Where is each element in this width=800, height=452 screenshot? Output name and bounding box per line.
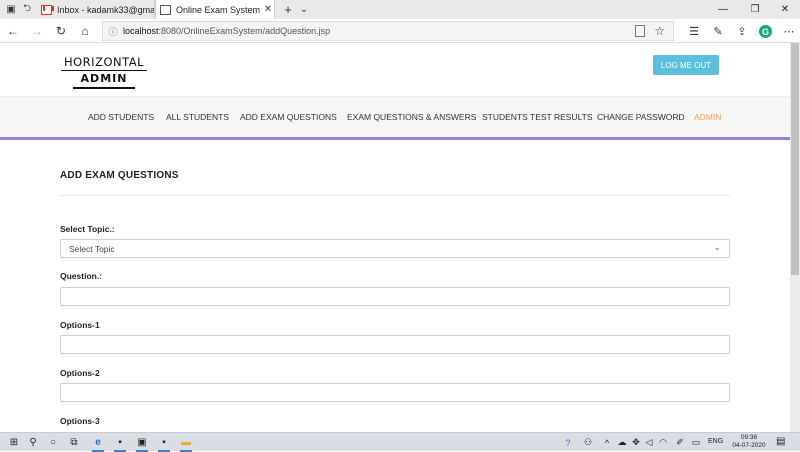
wifi-icon[interactable]: ◠ bbox=[657, 436, 669, 449]
notification-icon[interactable]: ▤ bbox=[776, 436, 788, 448]
nav-item-students-test-results[interactable]: STUDENTS TEST RESULTS bbox=[482, 112, 593, 122]
tab-label: Inbox - kadamk33@gmail.co bbox=[57, 4, 154, 15]
nav-item-add-exam-questions[interactable]: ADD EXAM QUESTIONS bbox=[240, 112, 337, 122]
option-2-label: Options-2 bbox=[60, 368, 100, 378]
nav-item-exam-questions-answers[interactable]: EXAM QUESTIONS & ANSWERS bbox=[347, 112, 476, 122]
more-menu-icon[interactable]: ⋯ bbox=[781, 23, 797, 39]
option-1-label: Options-1 bbox=[60, 320, 100, 330]
file-explorer-icon[interactable]: ▬ bbox=[178, 435, 194, 452]
language-indicator[interactable]: ENG bbox=[708, 438, 723, 445]
dropbox-icon[interactable]: ✥ bbox=[630, 436, 642, 449]
option-2-input[interactable] bbox=[60, 383, 730, 402]
nav-item-admin[interactable]: ADMIN bbox=[694, 112, 721, 122]
home-icon[interactable]: ⌂ bbox=[76, 22, 94, 40]
browser-tab-strip: ▣ ⮌ Inbox - kadamk33@gmail.co Online Exa… bbox=[0, 0, 800, 19]
tab-gmail-inbox[interactable]: Inbox - kadamk33@gmail.co bbox=[37, 0, 155, 19]
question-label: Question.: bbox=[60, 271, 103, 281]
refresh-icon[interactable]: ↻ bbox=[52, 22, 70, 40]
edge-browser-icon[interactable]: e bbox=[90, 435, 106, 452]
cortana-icon[interactable]: ○ bbox=[45, 435, 61, 450]
site-logo[interactable]: HORIZONTAL ADMIN bbox=[61, 55, 147, 89]
site-header: HORIZONTAL ADMIN LOG ME OUT bbox=[0, 43, 790, 96]
chevron-down-icon: ⌄ bbox=[713, 242, 721, 252]
topic-select[interactable]: Select Topic ⌄ bbox=[60, 239, 730, 258]
command-prompt-icon[interactable]: ▪ bbox=[156, 435, 172, 452]
url-path: :8080/OnlineExamSystem/addQuestion.jsp bbox=[158, 26, 331, 36]
close-tab-icon[interactable]: ✕ bbox=[262, 4, 274, 15]
back-arrow-icon[interactable]: ← bbox=[4, 22, 22, 40]
chevron-up-icon[interactable]: ^ bbox=[601, 436, 613, 449]
windows-taskbar: ⊞ ⚲ ○ ⧉ e ▪ ▣ ▪ ▬ ? ⚇ ^ ☁ ✥ ◁ ◠ ✐ ▭ ENG … bbox=[0, 432, 800, 452]
title-divider bbox=[60, 195, 730, 196]
main-nav: ADD STUDENTS ALL STUDENTS ADD EXAM QUEST… bbox=[0, 96, 790, 137]
nav-item-all-students[interactable]: ALL STUDENTS bbox=[166, 112, 229, 122]
share-icon[interactable]: ⇪ bbox=[734, 23, 750, 39]
page-scrollbar[interactable] bbox=[790, 43, 800, 432]
help-icon[interactable]: ? bbox=[562, 436, 574, 449]
tab-list-button[interactable]: ⌄ bbox=[295, 0, 313, 19]
page-icon bbox=[160, 4, 171, 15]
scrollbar-thumb[interactable] bbox=[791, 43, 799, 275]
grammarly-icon[interactable]: G bbox=[759, 25, 772, 38]
logout-button[interactable]: LOG ME OUT bbox=[653, 55, 719, 75]
keyboard-icon[interactable]: ▭ bbox=[690, 436, 702, 449]
reading-view-icon[interactable] bbox=[635, 25, 645, 37]
close-window-icon[interactable]: ✕ bbox=[770, 0, 800, 19]
task-view-icon[interactable]: ⧉ bbox=[66, 435, 82, 450]
tab-label: Online Exam System bbox=[176, 4, 261, 15]
option-1-input[interactable] bbox=[60, 335, 730, 354]
nav-item-add-students[interactable]: ADD STUDENTS bbox=[88, 112, 154, 122]
forward-arrow-icon[interactable]: → bbox=[28, 22, 46, 40]
tab-online-exam-system[interactable]: Online Exam System ✕ bbox=[155, 0, 275, 19]
system-clock[interactable]: 09:36 04-07-2020 bbox=[730, 434, 768, 450]
cloud-icon[interactable]: ☁ bbox=[616, 436, 628, 449]
logo-line-2: ADMIN bbox=[73, 71, 135, 89]
gmail-icon bbox=[41, 4, 52, 15]
favorite-star-icon[interactable]: ☆ bbox=[654, 24, 665, 38]
option-3-label: Options-3 bbox=[60, 416, 100, 426]
topic-select-value: Select Topic bbox=[69, 243, 115, 254]
page-title: ADD EXAM QUESTIONS bbox=[60, 170, 179, 181]
logo-line-1: HORIZONTAL bbox=[61, 55, 147, 71]
url-host: localhost bbox=[123, 26, 159, 36]
tab-back-icon[interactable]: ⮌ bbox=[18, 0, 36, 19]
notes-pen-icon[interactable]: ✎ bbox=[710, 23, 726, 39]
search-icon[interactable]: ⚲ bbox=[25, 435, 41, 450]
terminal-icon[interactable]: ▪ bbox=[112, 435, 128, 452]
app-window-icon[interactable]: ▣ bbox=[134, 435, 150, 452]
people-icon[interactable]: ⚇ bbox=[582, 436, 594, 449]
volume-icon[interactable]: ◁ bbox=[643, 436, 655, 449]
question-input[interactable] bbox=[60, 287, 730, 306]
minimize-icon[interactable]: — bbox=[708, 0, 738, 19]
windows-start-icon[interactable]: ⊞ bbox=[6, 435, 22, 450]
topic-label: Select Topic.: bbox=[60, 224, 115, 234]
pen-icon[interactable]: ✐ bbox=[674, 436, 686, 449]
clock-time: 09:36 bbox=[740, 434, 758, 441]
nav-item-change-password[interactable]: CHANGE PASSWORD bbox=[597, 112, 685, 122]
site-info-icon[interactable]: ⓘ bbox=[103, 25, 123, 38]
url-field[interactable]: ⓘ localhost :8080/OnlineExamSystem/addQu… bbox=[102, 21, 674, 41]
favorites-list-icon[interactable]: ☰ bbox=[686, 23, 702, 39]
restore-icon[interactable]: ❐ bbox=[740, 0, 770, 19]
address-bar-row: ← → ↻ ⌂ ⓘ localhost :8080/OnlineExamSyst… bbox=[0, 19, 800, 43]
main-content: ADD EXAM QUESTIONS Select Topic.: Select… bbox=[0, 140, 790, 432]
clock-date: 04-07-2020 bbox=[732, 442, 766, 449]
